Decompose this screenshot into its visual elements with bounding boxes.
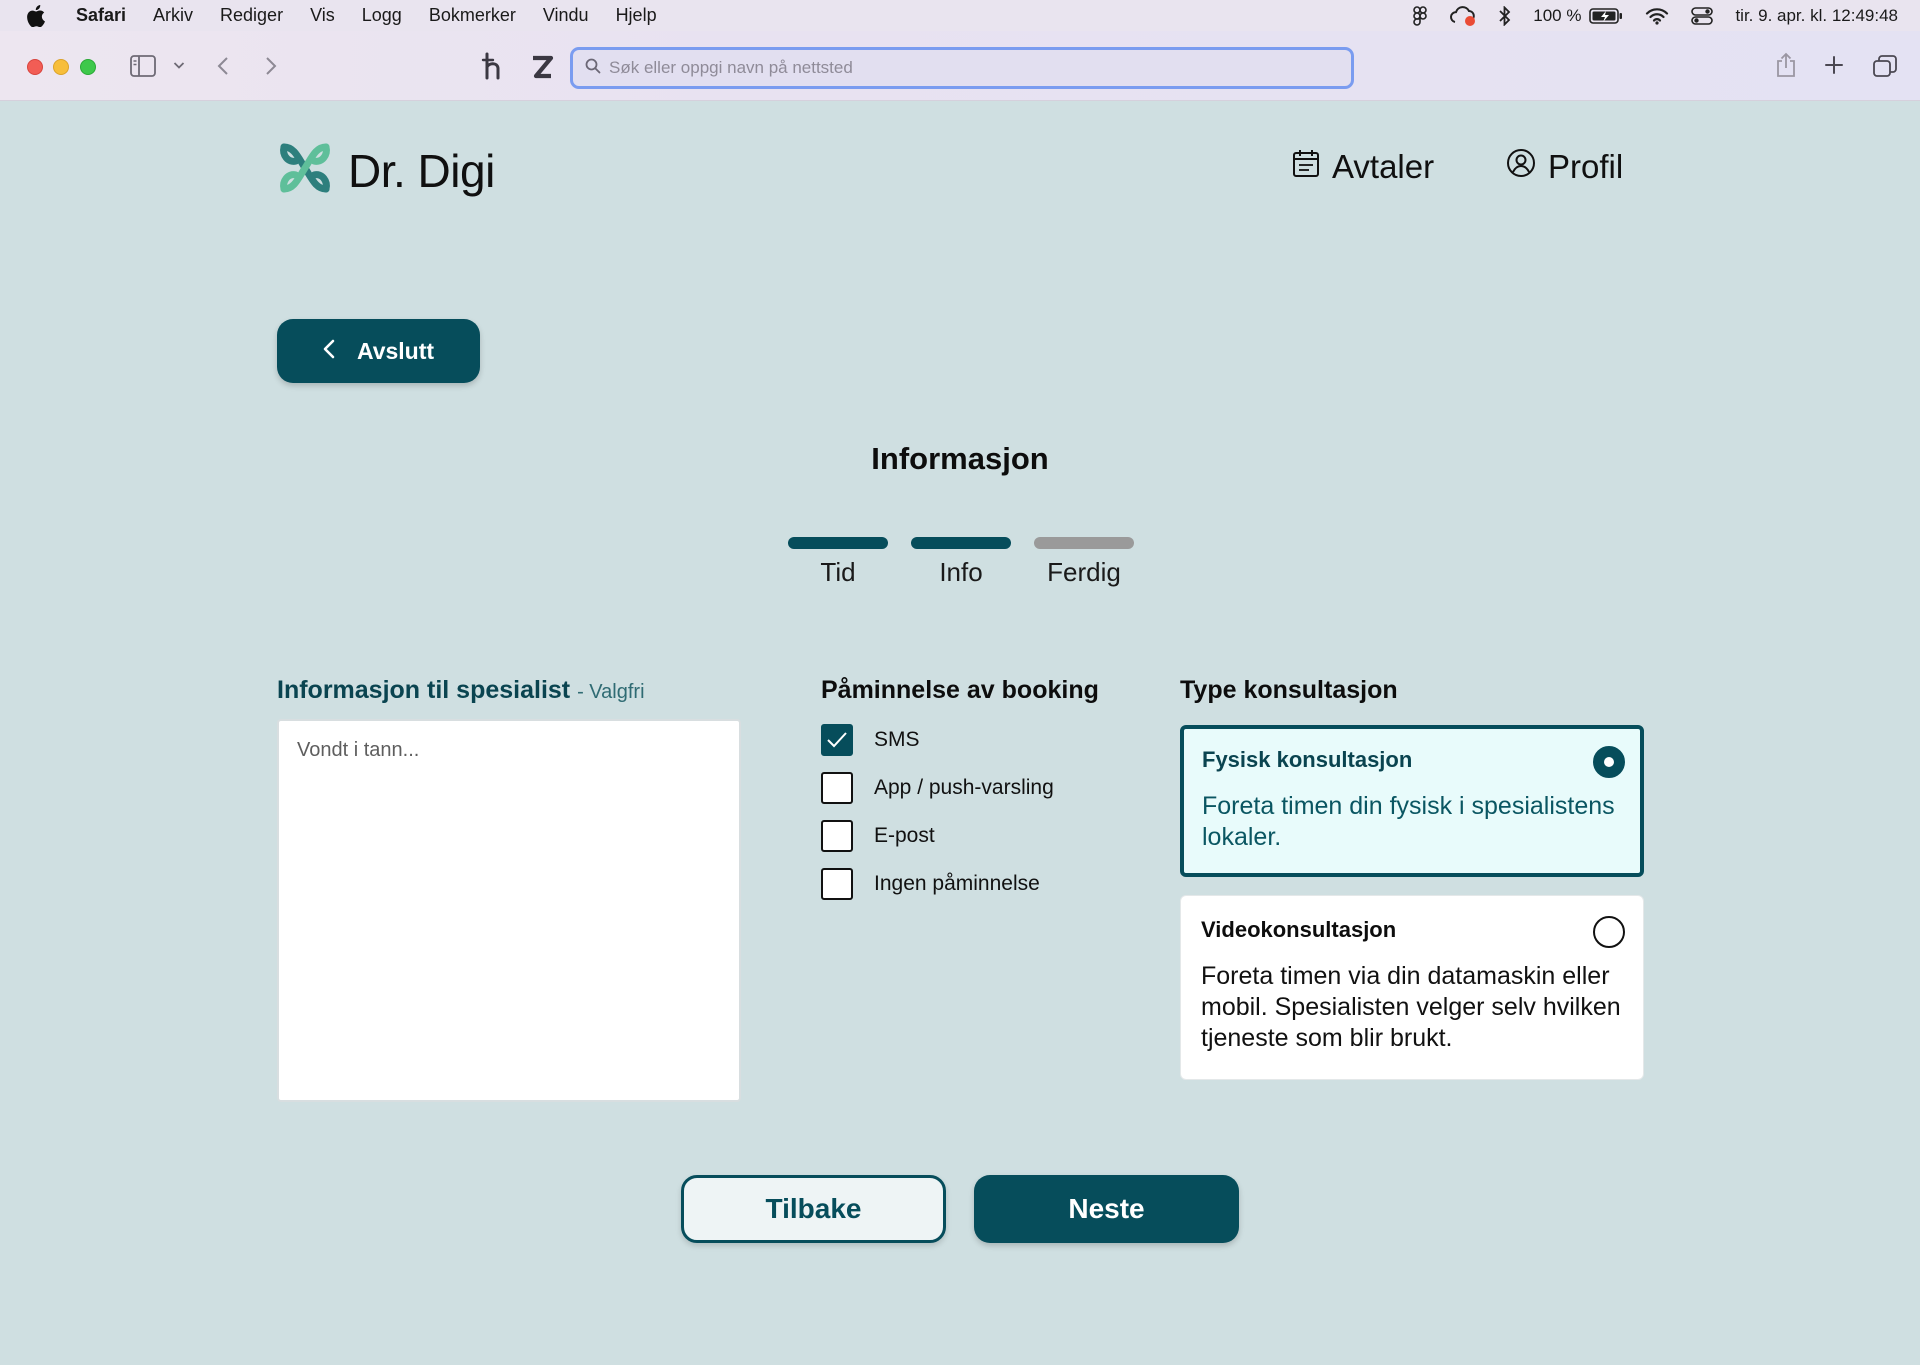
step-info: Info xyxy=(911,537,1011,588)
reminder-option-push[interactable]: App / push-varsling xyxy=(821,772,1054,804)
menu-rediger[interactable]: Rediger xyxy=(220,5,283,26)
battery-percent: 100 % xyxy=(1533,5,1582,25)
consultation-type-heading: Type konsultasjon xyxy=(1180,676,1398,704)
checkmark-icon xyxy=(827,732,847,748)
step-info-bar xyxy=(911,537,1011,549)
no-reminder-label: Ingen påminnelse xyxy=(874,872,1040,895)
menu-bar-clock[interactable]: tir. 9. apr. kl. 12:49:48 xyxy=(1735,6,1898,26)
sms-label: SMS xyxy=(874,728,920,751)
calendar-icon xyxy=(1292,148,1320,186)
video-consultation-card[interactable]: Videokonsultasjon Foreta timen via din d… xyxy=(1180,895,1644,1080)
info-section-heading: Informasjon til spesialist - Valgfri xyxy=(277,676,645,705)
back-chevron-icon[interactable] xyxy=(217,56,229,76)
push-label: App / push-varsling xyxy=(874,776,1054,799)
menu-vis[interactable]: Vis xyxy=(310,5,335,26)
creative-cloud-icon[interactable] xyxy=(1449,5,1477,27)
video-consultation-radio[interactable] xyxy=(1593,916,1625,948)
tab-overview-icon[interactable] xyxy=(1873,55,1897,77)
address-bar[interactable] xyxy=(570,47,1354,89)
user-circle-icon xyxy=(1506,148,1536,186)
reminder-option-none[interactable]: Ingen påminnelse xyxy=(821,868,1054,900)
search-icon xyxy=(585,58,601,79)
radio-selected-dot xyxy=(1604,757,1614,767)
push-checkbox[interactable] xyxy=(821,772,853,804)
window-close-button[interactable] xyxy=(27,59,43,75)
menu-logg[interactable]: Logg xyxy=(362,5,402,26)
dr-digi-logo[interactable]: Dr. Digi xyxy=(276,139,495,202)
new-tab-plus-icon[interactable] xyxy=(1824,55,1844,75)
video-consultation-description: Foreta timen via din datamaskin eller mo… xyxy=(1201,962,1621,1052)
reminder-options: SMS App / push-varsling E-post Ingen påm… xyxy=(821,724,1054,916)
forward-chevron-icon[interactable] xyxy=(265,56,277,76)
share-icon[interactable] xyxy=(1775,52,1797,78)
physical-consultation-description: Foreta timen din fysisk i spesialistens … xyxy=(1202,792,1615,851)
back-button[interactable]: Tilbake xyxy=(681,1175,946,1243)
step-time: Tid xyxy=(788,537,888,588)
dr-digi-logo-icon xyxy=(276,139,334,202)
nav-profile-label: Profil xyxy=(1548,148,1624,185)
extension-z-icon[interactable] xyxy=(530,54,554,80)
wifi-icon[interactable] xyxy=(1645,7,1669,25)
sidebar-toggle-icon[interactable] xyxy=(130,55,156,77)
page-title: Informasjon xyxy=(871,441,1049,476)
menu-app-safari[interactable]: Safari xyxy=(76,5,126,26)
no-reminder-checkbox[interactable] xyxy=(821,868,853,900)
tab-group-chevron-down-icon[interactable] xyxy=(173,61,185,70)
battery-icon[interactable] xyxy=(1589,7,1623,25)
address-input[interactable] xyxy=(609,58,1309,78)
specialist-info-textarea[interactable] xyxy=(277,719,741,1102)
figma-icon[interactable] xyxy=(1413,5,1428,26)
chevron-left-icon xyxy=(323,338,335,365)
menu-bar-status-area: 100 % tir. 9. apr. kl. 12:49:48 xyxy=(1413,0,1898,31)
extension-h-icon[interactable] xyxy=(481,51,507,81)
optional-label: - Valgfri xyxy=(577,681,645,703)
step-done-bar xyxy=(1034,537,1134,549)
browser-toolbar xyxy=(0,31,1920,101)
step-info-label: Info xyxy=(939,557,983,587)
menu-hjelp[interactable]: Hjelp xyxy=(616,5,657,26)
email-label: E-post xyxy=(874,824,935,847)
physical-consultation-title: Fysisk konsultasjon xyxy=(1202,747,1413,772)
video-consultation-title: Videokonsultasjon xyxy=(1201,917,1397,942)
menu-bokmerker[interactable]: Bokmerker xyxy=(429,5,516,26)
reminder-option-email[interactable]: E-post xyxy=(821,820,1054,852)
sms-checkbox[interactable] xyxy=(821,724,853,756)
apple-logo-icon[interactable] xyxy=(26,4,48,27)
next-button[interactable]: Neste xyxy=(974,1175,1239,1243)
email-checkbox[interactable] xyxy=(821,820,853,852)
nav-profile-link[interactable]: Profil xyxy=(1506,148,1623,186)
nav-appointments-label: Avtaler xyxy=(1332,148,1435,185)
step-time-bar xyxy=(788,537,888,549)
menu-vindu[interactable]: Vindu xyxy=(543,5,589,26)
info-section-title: Informasjon til spesialist xyxy=(277,676,571,704)
control-center-icon[interactable] xyxy=(1691,6,1714,25)
logo-text: Dr. Digi xyxy=(348,144,495,197)
window-minimize-button[interactable] xyxy=(53,59,69,75)
reminder-option-sms[interactable]: SMS xyxy=(821,724,1054,756)
nav-appointments-link[interactable]: Avtaler xyxy=(1292,148,1434,186)
menu-arkiv[interactable]: Arkiv xyxy=(153,5,193,26)
physical-consultation-radio[interactable] xyxy=(1593,746,1625,778)
window-zoom-button[interactable] xyxy=(80,59,96,75)
bluetooth-icon[interactable] xyxy=(1499,5,1511,26)
macos-menu-bar: Safari Arkiv Rediger Vis Logg Bokmerker … xyxy=(0,0,1920,31)
step-time-label: Tid xyxy=(820,557,856,587)
exit-button[interactable]: Avslutt xyxy=(277,319,480,383)
exit-button-label: Avslutt xyxy=(356,337,435,364)
progress-stepper: Tid Info Ferdig xyxy=(788,537,1134,588)
physical-consultation-card[interactable]: Fysisk konsultasjon Foreta timen din fys… xyxy=(1180,725,1644,877)
step-done-label: Ferdig xyxy=(1047,557,1121,587)
step-done: Ferdig xyxy=(1034,537,1134,588)
reminder-section-heading: Påminnelse av booking xyxy=(821,676,1099,704)
